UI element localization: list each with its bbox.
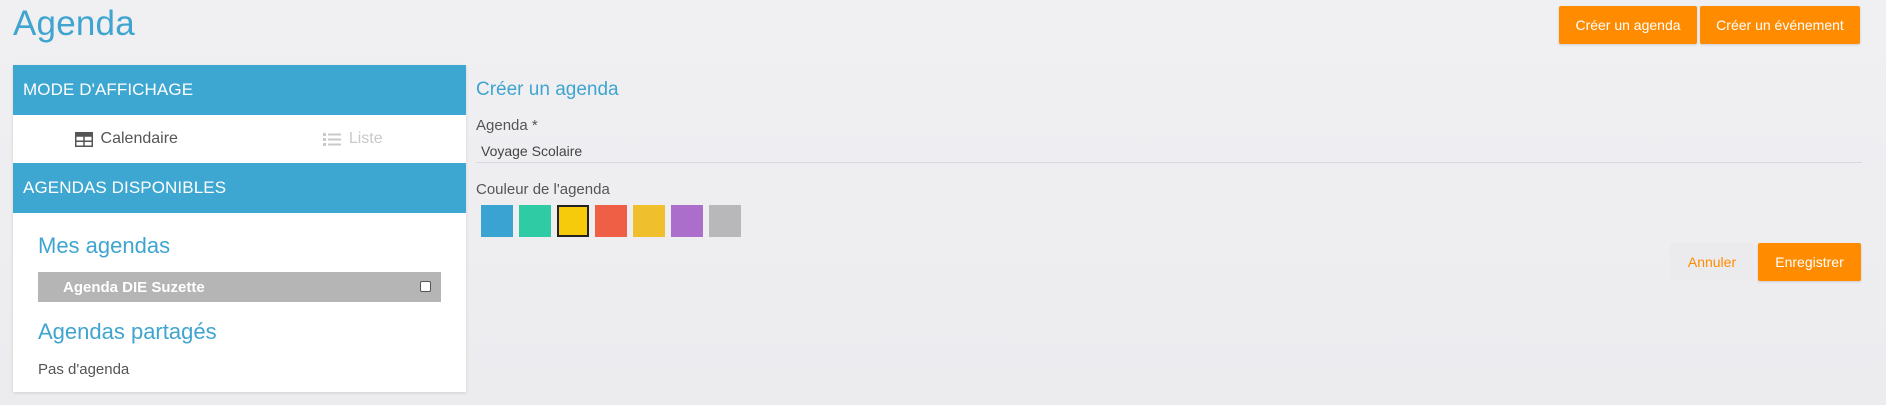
- calendar-grid-icon: [74, 131, 93, 147]
- agenda-item-label: Agenda DIE Suzette: [63, 278, 205, 296]
- color-swatch-blue[interactable]: [481, 205, 513, 237]
- view-mode-list-label: Liste: [348, 130, 383, 147]
- create-agenda-button[interactable]: Créer un agenda: [1559, 6, 1697, 44]
- save-button[interactable]: Enregistrer: [1758, 243, 1861, 281]
- shared-agendas-title: Agendas partagés: [38, 319, 217, 344]
- page-title: Agenda: [13, 4, 135, 43]
- color-swatch-purple[interactable]: [671, 205, 703, 237]
- shared-agendas-empty: Pas d'agenda: [38, 361, 130, 378]
- my-agendas-title: Mes agendas: [38, 233, 171, 258]
- color-swatch-yellow[interactable]: [557, 205, 589, 237]
- create-event-button[interactable]: Créer un événement: [1700, 6, 1860, 44]
- sidebar: MODE D'AFFICHAGE Calendaire Liste AGENDA…: [13, 65, 466, 392]
- view-mode-calendar-label: Calendaire: [100, 130, 178, 147]
- available-agendas-header: AGENDAS DISPONIBLES: [13, 163, 466, 213]
- color-swatch-gold[interactable]: [633, 205, 665, 237]
- cancel-button[interactable]: Annuler: [1670, 243, 1754, 281]
- form-title: Créer un agenda: [476, 79, 619, 100]
- view-mode-calendar[interactable]: Calendaire: [13, 130, 240, 148]
- list-icon: [322, 132, 341, 147]
- view-mode-list[interactable]: Liste: [240, 130, 467, 148]
- color-field-label: Couleur de l'agenda: [476, 181, 610, 198]
- agenda-field-label: Agenda *: [476, 117, 538, 134]
- color-picker: [481, 205, 741, 237]
- view-mode-switch: Calendaire Liste: [13, 115, 466, 163]
- display-mode-header: MODE D'AFFICHAGE: [13, 65, 466, 115]
- color-swatch-gray[interactable]: [709, 205, 741, 237]
- agenda-name-input[interactable]: [476, 139, 1862, 163]
- color-swatch-teal[interactable]: [519, 205, 551, 237]
- agenda-item[interactable]: Agenda DIE Suzette: [38, 272, 441, 302]
- color-swatch-red[interactable]: [595, 205, 627, 237]
- agenda-visibility-checkbox[interactable]: [420, 281, 431, 292]
